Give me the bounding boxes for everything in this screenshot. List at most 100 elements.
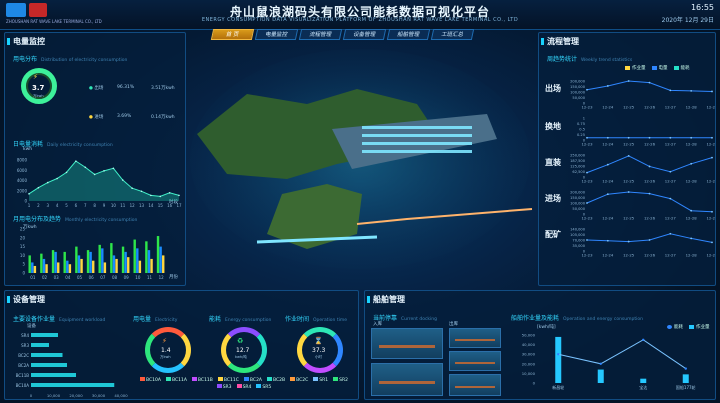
equip-legend-item[interactable]: SR2 [333,377,348,383]
weekly-title: 周趋势统计 Weekly trend statistics [547,56,633,63]
flow-x-tick: 12-29 [706,142,715,147]
ship-y-tick: 40,000 [522,342,536,347]
tab-power[interactable]: 电量监控 [254,29,299,40]
monthly-bar [57,262,60,273]
monthly-bar [103,262,107,273]
flow-point [627,154,630,157]
flow-x-tick: 12-25 [623,253,635,258]
monthly-bar [75,246,78,273]
flow-x-tick: 12-27 [665,253,677,258]
monthly-bar [127,257,130,273]
equip-bar [31,363,67,367]
daily-x-tick: 2 [37,203,40,208]
equip-legend-item[interactable]: BC2A [243,377,262,383]
monthly-bar [86,250,90,273]
daily-point [121,179,124,181]
flow-x-tick: 12-23 [581,216,593,221]
flow-point [690,90,693,92]
flow-x-tick: 12-25 [623,216,635,221]
monthly-bar [63,251,66,273]
ship-bar [555,336,562,383]
dock-photo[interactable] [449,351,501,371]
flow-point [711,136,713,139]
equip-x-tick: 40,000 [114,393,128,398]
monthly-bar [66,260,69,273]
dock-photo[interactable] [371,363,443,396]
flow-point [690,237,693,240]
dock-photo[interactable] [449,374,501,396]
terminal-3d-map[interactable] [187,44,533,270]
flow-line [586,233,713,243]
monthly-bar [110,243,113,273]
equip-legend-item[interactable]: BC2B [267,377,285,383]
equip-legend-item[interactable]: SR5 [256,384,271,390]
flow-x-tick: 12-24 [602,179,614,184]
monthly-bar [159,246,162,273]
daily-point [140,190,143,193]
flow-x-tick: 12-28 [686,216,698,221]
monthly-bar [162,255,165,273]
dock-photo[interactable] [371,328,443,359]
equip-bar-label: BC11B [16,373,30,378]
monthly-x-tick: 04 [65,275,71,280]
tab-shift[interactable]: 工班汇总 [430,29,475,40]
equip-legend-item[interactable]: BC11B [191,377,213,383]
equip-bar-label: BC2C [18,353,29,358]
flow-point [669,170,672,173]
dock-photo[interactable] [449,328,501,348]
daily-point [93,173,96,176]
daily-point [131,187,133,190]
daily-y-tick: 2000 [17,188,28,193]
flow-y-tick: 200,000 [570,80,586,84]
flow-point [648,165,651,168]
flow-y-tick: 0.75 [577,122,585,126]
flow-point [669,197,672,200]
monthly-bar [68,264,72,273]
daily-point [178,194,180,197]
ship-point [642,338,645,341]
flow-y-tick: 100,000 [570,91,586,95]
tab-home[interactable]: 首 页 [210,29,255,40]
equip-legend-item[interactable]: SR3 [216,384,232,390]
flow-x-tick: 12-24 [602,142,614,147]
equip-bar-label: SR3 [21,343,29,348]
power-panel: 电量监控 用电分布 Distribution of electricity con… [4,32,186,286]
flow-x-tick: 12-23 [581,253,593,258]
equip-legend-item[interactable]: BC11A [165,377,187,383]
tab-equipment[interactable]: 设备管理 [342,29,387,40]
ship-bar [682,374,689,383]
equip-legend-item[interactable]: BC11C [217,377,239,383]
equip-title: 设备管理 [7,295,45,304]
flow-y-tick: 150,000 [570,196,586,200]
flow-y-tick: 250,000 [570,154,586,158]
monthly-bar [28,255,31,273]
tab-ship[interactable]: 船舶管理 [386,29,431,40]
equip-legend-item[interactable]: SR4 [236,384,251,390]
monthly-y-tick: 15 [20,244,26,249]
monthly-title: 月用电分布及趋势 Monthly electricity consumption [13,216,138,223]
equip-legend-item[interactable]: SR1 [313,377,328,383]
map-illustration [190,49,533,269]
monthly-x-tick: 11 [147,275,153,280]
bolt-icon: ⚡ [162,337,167,345]
flow-x-tick: 12-27 [665,216,677,221]
equip-legend-item[interactable]: BC10A [139,377,161,383]
equip-legend-item[interactable]: BC2C [290,377,308,383]
flow-point [711,210,713,213]
flow-x-tick: 12-24 [602,253,614,258]
flow-legend: 作业量 电量 能耗 [625,65,690,71]
flow-x-tick: 12-26 [644,105,656,110]
flow-x-tick: 12-25 [623,105,635,110]
monthly-bar [133,239,136,273]
flow-x-tick: 12-28 [686,105,698,110]
flow-line [586,155,713,174]
flow-x-tick: 12-25 [623,179,635,184]
flow-point [669,232,672,235]
flow-y-tick: 50,000 [572,207,585,211]
dist-row-out: ● 出场 [89,86,104,91]
tab-flow[interactable]: 流程管理 [298,29,343,40]
equipment-bar-chart: SR4 SR3 BC2C BC2A BC11B BC10A0 10,000 20,000 30,… [16,333,128,398]
ship-bar [597,369,604,383]
flow-title: 流程管理 [541,37,579,46]
flow-point [648,136,651,139]
